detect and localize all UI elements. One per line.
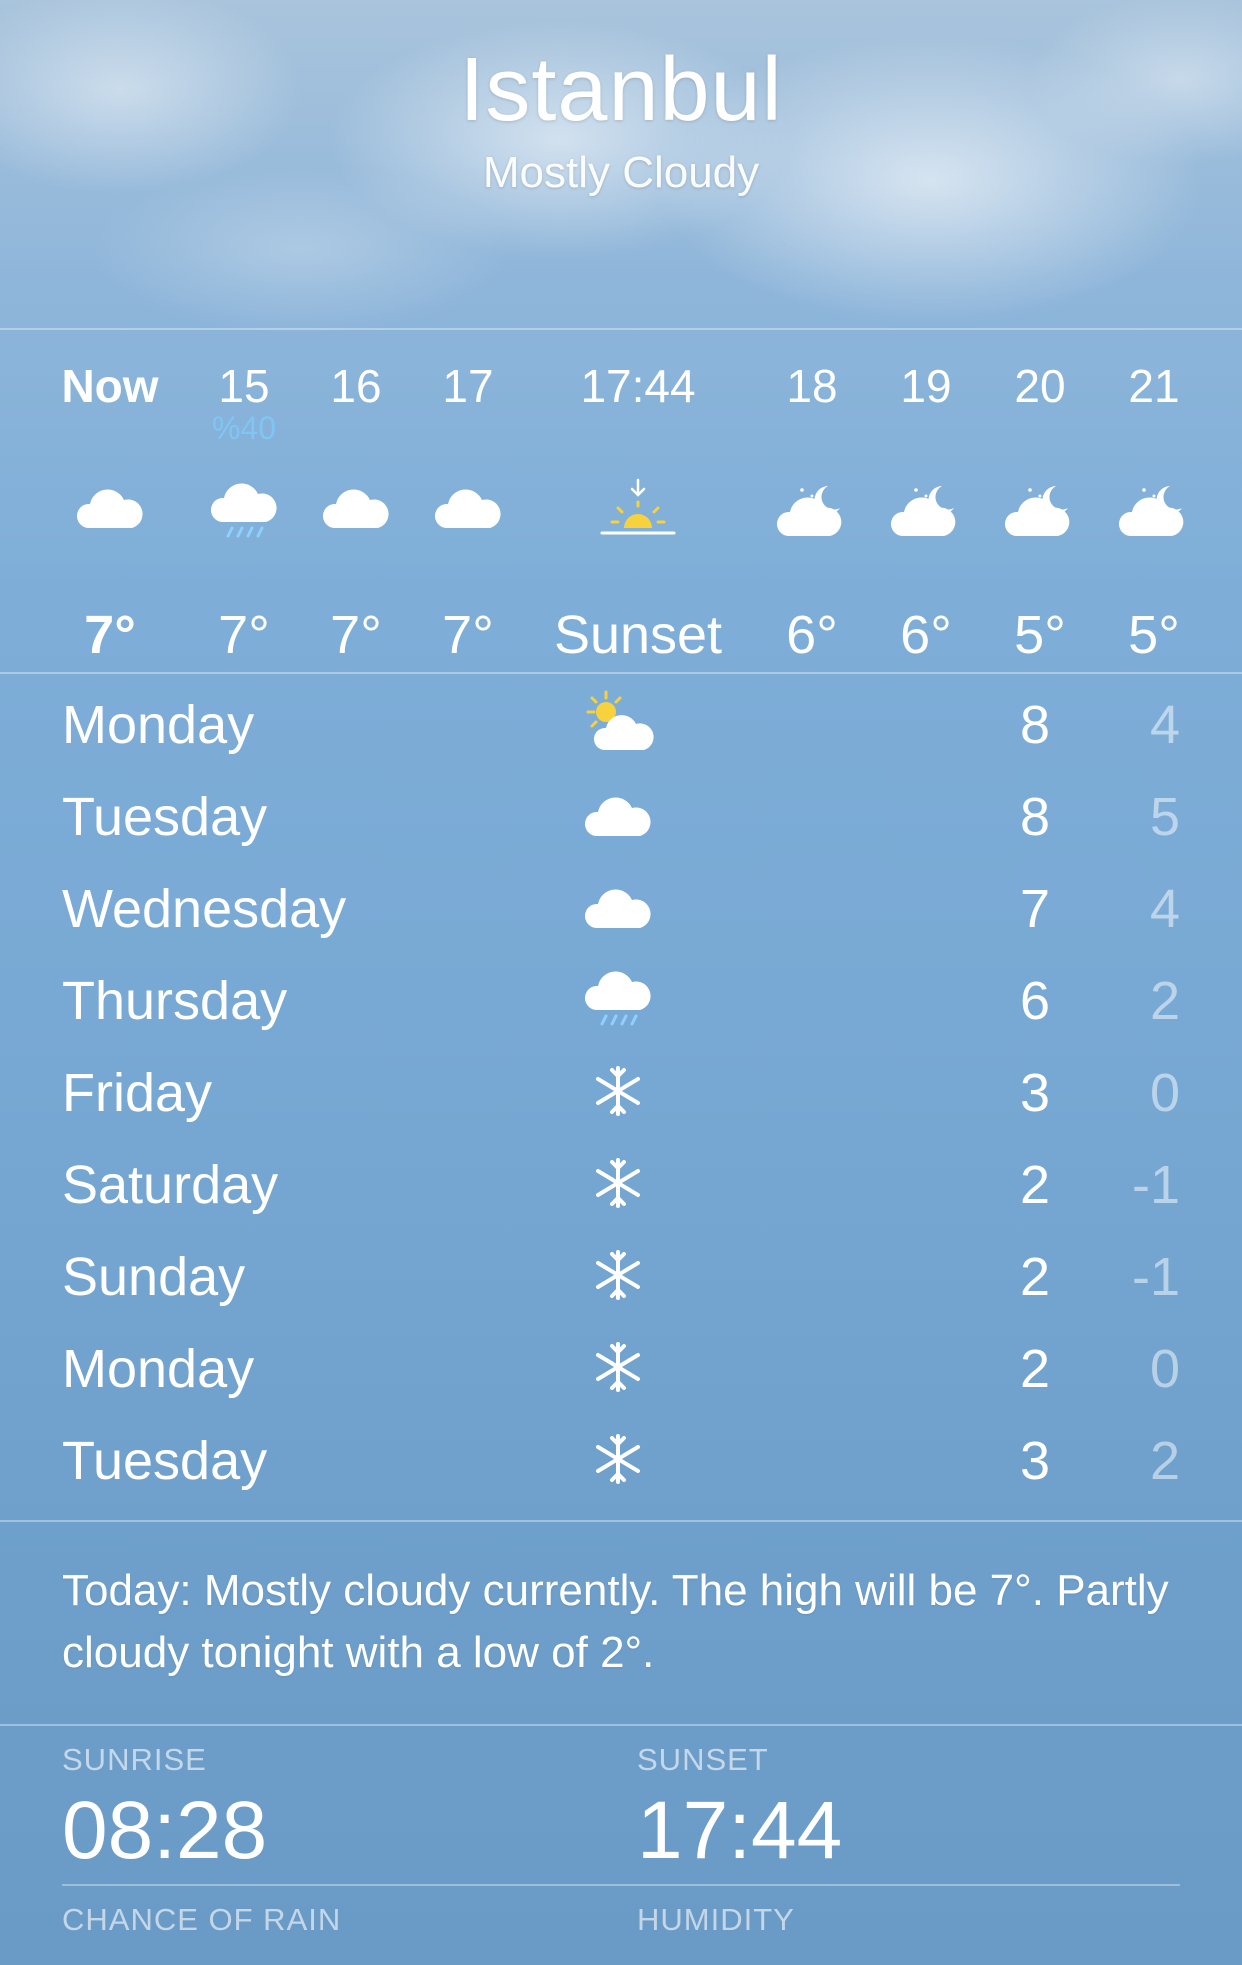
day-row: Friday 3 0 xyxy=(0,1044,1242,1136)
high-temp: 7 xyxy=(1019,879,1050,939)
hour-item: 17 7° xyxy=(398,358,538,665)
day-row: Wednesday 7 4 xyxy=(0,860,1242,952)
current-condition: Mostly Cloudy xyxy=(482,148,760,197)
cloud-moon-icon xyxy=(1114,476,1194,546)
low-temp: 4 xyxy=(1149,695,1180,755)
humidity-detail: HUMIDITY xyxy=(637,1902,795,1938)
chance-of-rain-label: CHANCE OF RAIN xyxy=(62,1902,342,1937)
cloud-moon-icon xyxy=(886,476,966,546)
humidity-label: HUMIDITY xyxy=(637,1902,795,1937)
low-temp: 2 xyxy=(1149,971,1180,1031)
high-temp: 3 xyxy=(1019,1431,1050,1491)
high-temp: 2 xyxy=(1019,1247,1050,1307)
day-name: Sunday xyxy=(62,1247,246,1307)
day-row: Sunday 2 -1 xyxy=(0,1228,1242,1320)
cloud-moon-icon xyxy=(772,476,852,546)
cloud-icon xyxy=(578,780,658,850)
day-name: Monday xyxy=(62,1339,255,1399)
sunset-label: SUNSET xyxy=(637,1742,769,1777)
cloud-rain-icon xyxy=(204,476,284,546)
snowflake-icon xyxy=(578,1424,658,1494)
high-temp: 2 xyxy=(1019,1155,1050,1215)
day-name: Saturday xyxy=(62,1155,279,1215)
hour-item: 21 5° xyxy=(1084,358,1224,665)
hour-item-sunset: 17:44 Sunset xyxy=(538,358,738,665)
low-temp: 5 xyxy=(1149,787,1180,847)
divider xyxy=(0,672,1242,674)
hour-time: 17 xyxy=(442,360,494,412)
cloud-icon xyxy=(578,872,658,942)
day-row: Monday 8 4 xyxy=(0,676,1242,768)
sunrise-detail: SUNRISE 08:28 xyxy=(62,1742,267,1878)
day-row: Tuesday 8 5 xyxy=(0,768,1242,860)
today-summary: Today: Mostly cloudy currently. The high… xyxy=(62,1566,1169,1677)
hour-time: Now xyxy=(61,360,159,412)
hourly-forecast[interactable]: Now 7° 15 %40 7° 16 7° 17 7° 17:44 Sunse… xyxy=(0,330,1242,672)
day-row: Thursday 6 2 xyxy=(0,952,1242,1044)
divider xyxy=(62,1884,1180,1886)
high-temp: 3 xyxy=(1019,1063,1050,1123)
hour-item: Now 7° xyxy=(40,358,180,665)
sunset-icon xyxy=(588,476,688,546)
day-row: Saturday 2 -1 xyxy=(0,1136,1242,1228)
chance-of-rain-detail: CHANCE OF RAIN xyxy=(62,1902,341,1938)
day-row: Monday 2 0 xyxy=(0,1320,1242,1412)
cloud-icon xyxy=(70,476,150,546)
high-temp: 6 xyxy=(1019,971,1050,1031)
precip-chance: %40 xyxy=(211,410,277,446)
day-name: Tuesday xyxy=(62,787,268,847)
day-name: Wednesday xyxy=(62,879,347,939)
day-name: Thursday xyxy=(62,971,288,1031)
low-temp: -1 xyxy=(1131,1247,1180,1307)
daily-forecast[interactable]: Monday 8 4 Tuesday 8 5 Wednesday 7 4 Thu… xyxy=(0,676,1242,1504)
hour-temp: 5° xyxy=(1128,605,1180,665)
high-temp: 8 xyxy=(1019,695,1050,755)
low-temp: 4 xyxy=(1149,879,1180,939)
partly-sunny-icon xyxy=(578,688,658,758)
cloud-icon xyxy=(428,476,508,546)
divider xyxy=(0,1724,1242,1726)
hour-time: 17:44 xyxy=(580,360,696,412)
low-temp: 2 xyxy=(1149,1431,1180,1491)
low-temp: 0 xyxy=(1149,1339,1180,1399)
sunrise-value: 08:28 xyxy=(62,1785,268,1876)
snowflake-icon xyxy=(578,1148,658,1218)
low-temp: -1 xyxy=(1131,1155,1180,1215)
high-temp: 8 xyxy=(1019,787,1050,847)
day-name: Friday xyxy=(62,1063,213,1123)
hour-temp: 7° xyxy=(84,605,136,665)
day-row: Tuesday 3 2 xyxy=(0,1412,1242,1504)
city-name: Istanbul xyxy=(459,40,783,140)
sunset-value: 17:44 xyxy=(637,1785,843,1876)
day-name: Tuesday xyxy=(62,1431,268,1491)
divider xyxy=(0,1520,1242,1522)
snowflake-icon xyxy=(578,1056,658,1126)
sunset-detail: SUNSET 17:44 xyxy=(637,1742,842,1878)
high-temp: 2 xyxy=(1019,1339,1050,1399)
cloud-moon-icon xyxy=(1000,476,1080,546)
cloud-rain-icon xyxy=(578,964,658,1034)
hour-temp: 7° xyxy=(442,605,494,665)
cloud-icon xyxy=(316,476,396,546)
snowflake-icon xyxy=(578,1332,658,1402)
snowflake-icon xyxy=(578,1240,658,1310)
low-temp: 0 xyxy=(1149,1063,1180,1123)
hour-temp: Sunset xyxy=(553,605,723,665)
day-name: Monday xyxy=(62,695,255,755)
sunrise-label: SUNRISE xyxy=(62,1742,207,1777)
hour-time: 21 xyxy=(1128,360,1180,412)
location-header: Istanbul Mostly Cloudy xyxy=(0,40,1242,198)
